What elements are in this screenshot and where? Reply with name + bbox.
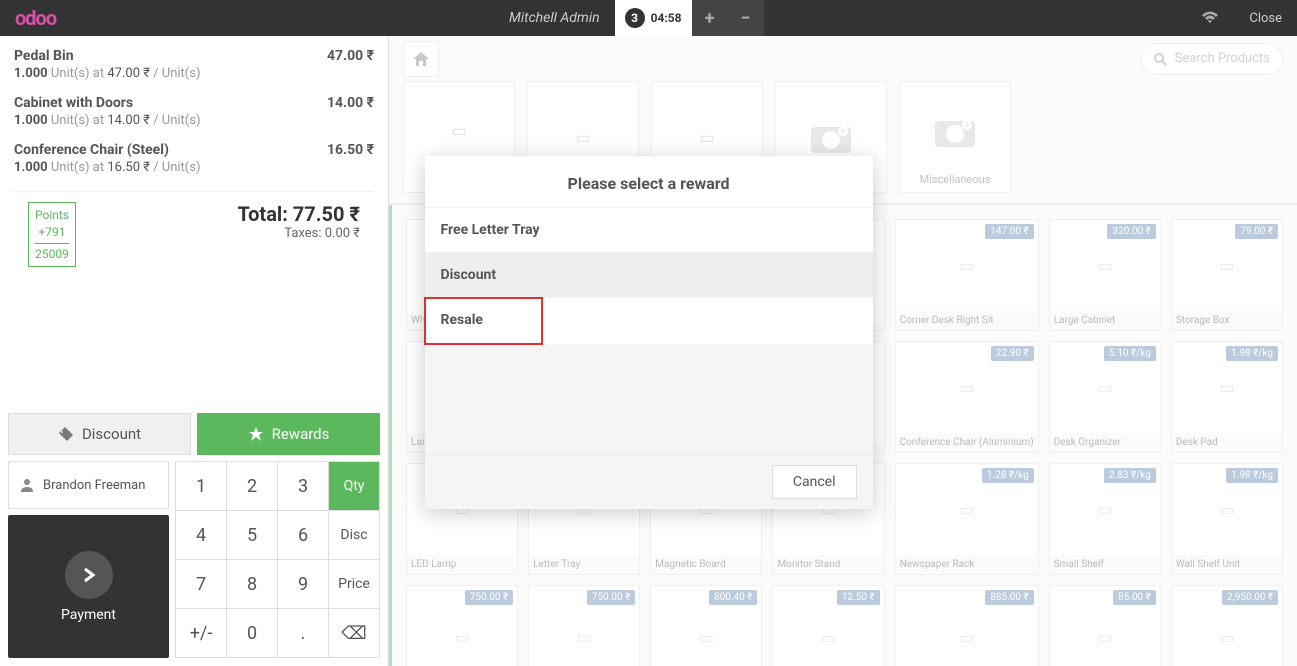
modal-title: Please select a reward xyxy=(425,156,873,208)
key-disc[interactable]: Disc xyxy=(329,511,379,559)
reward-modal: Please select a reward Free Letter Tray … xyxy=(425,156,873,509)
key-9[interactable]: 9 xyxy=(278,560,328,608)
item-price: 14.00 ₹ xyxy=(327,95,374,128)
rewards-button[interactable]: Rewards xyxy=(197,413,380,455)
cancel-button[interactable]: Cancel xyxy=(772,465,857,499)
item-detail: 1.000 Unit(s) at 14.00 ₹ / Unit(s) xyxy=(14,113,200,128)
order-line[interactable]: Pedal Bin 1.000 Unit(s) at 47.00 ₹ / Uni… xyxy=(14,44,374,91)
key-7[interactable]: 7 xyxy=(176,560,226,608)
wifi-icon xyxy=(1186,11,1234,25)
key-plus-minus[interactable]: +/- xyxy=(176,609,226,657)
loyalty-points-badge[interactable]: Points +791 25009 xyxy=(28,202,76,267)
key-4[interactable]: 4 xyxy=(176,511,226,559)
key-qty[interactable]: Qty xyxy=(329,462,379,510)
customer-button[interactable]: Brandon Freeman xyxy=(8,461,169,509)
key-1[interactable]: 1 xyxy=(176,462,226,510)
top-bar: odoo Mitchell Admin 3 04:58 + − Close xyxy=(0,0,1297,36)
item-name: Pedal Bin xyxy=(14,48,200,64)
discount-button[interactable]: Discount xyxy=(8,413,191,455)
key-5[interactable]: 5 xyxy=(227,511,277,559)
item-detail: 1.000 Unit(s) at 16.50 ₹ / Unit(s) xyxy=(14,160,200,175)
numpad: 1 2 3 Qty 4 5 6 Disc 7 8 9 Price +/- 0 .… xyxy=(175,461,380,658)
order-total: Total: 77.50 ₹ xyxy=(237,202,360,226)
add-session-button[interactable]: + xyxy=(692,0,728,36)
logo: odoo xyxy=(0,6,71,30)
order-taxes: Taxes: 0.00 ₹ xyxy=(237,226,360,241)
session-tab[interactable]: 3 04:58 xyxy=(615,0,692,36)
reward-option[interactable]: Resale xyxy=(425,298,542,344)
key-2[interactable]: 2 xyxy=(227,462,277,510)
order-line[interactable]: Cabinet with Doors 1.000 Unit(s) at 14.0… xyxy=(14,91,374,138)
key-price[interactable]: Price xyxy=(329,560,379,608)
admin-name[interactable]: Mitchell Admin xyxy=(494,10,615,26)
key-0[interactable]: 0 xyxy=(227,609,277,657)
key-6[interactable]: 6 xyxy=(278,511,328,559)
item-detail: 1.000 Unit(s) at 47.00 ₹ / Unit(s) xyxy=(14,66,200,81)
chevron-right-icon xyxy=(65,551,113,599)
remove-session-button[interactable]: − xyxy=(728,0,764,36)
payment-button[interactable]: Payment xyxy=(8,515,169,658)
close-button[interactable]: Close xyxy=(1234,11,1297,26)
session-number: 3 xyxy=(625,8,645,28)
reward-option[interactable]: Free Letter Tray xyxy=(425,208,873,253)
key-backspace[interactable]: ⌫ xyxy=(329,609,379,657)
order-panel: Pedal Bin 1.000 Unit(s) at 47.00 ₹ / Uni… xyxy=(0,36,389,666)
total-row: Points +791 25009 Total: 77.50 ₹ Taxes: … xyxy=(14,191,374,267)
item-price: 47.00 ₹ xyxy=(327,48,374,81)
reward-option[interactable]: Discount xyxy=(425,253,873,298)
order-list: Pedal Bin 1.000 Unit(s) at 47.00 ₹ / Uni… xyxy=(0,36,388,413)
key-8[interactable]: 8 xyxy=(227,560,277,608)
order-line[interactable]: Conference Chair (Steel) 1.000 Unit(s) a… xyxy=(14,138,374,185)
item-price: 16.50 ₹ xyxy=(327,142,374,175)
session-time: 04:58 xyxy=(651,11,682,25)
key-dot[interactable]: . xyxy=(278,609,328,657)
item-name: Conference Chair (Steel) xyxy=(14,142,200,158)
item-name: Cabinet with Doors xyxy=(14,95,200,111)
key-3[interactable]: 3 xyxy=(278,462,328,510)
